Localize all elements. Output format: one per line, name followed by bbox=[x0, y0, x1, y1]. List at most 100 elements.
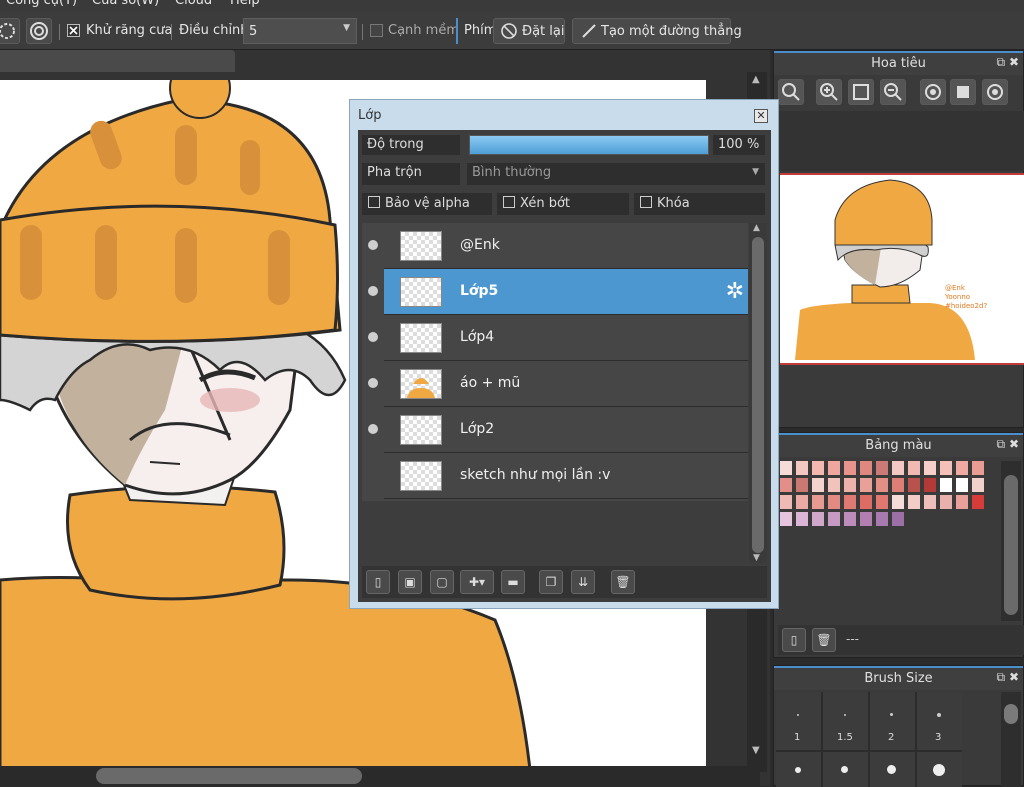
scroll-down-icon[interactable]: ▼ bbox=[752, 745, 760, 756]
navigator-preview[interactable]: @Enk Yoonno #hoideo2d? bbox=[780, 173, 1024, 365]
color-swatch[interactable] bbox=[972, 495, 984, 509]
color-swatch[interactable] bbox=[924, 461, 936, 475]
canvas-horizontal-scrollbar[interactable] bbox=[0, 766, 760, 786]
color-swatch[interactable] bbox=[860, 512, 872, 526]
layer-row[interactable]: sketch như mọi lần :v bbox=[362, 453, 748, 499]
color-swatch[interactable] bbox=[780, 512, 792, 526]
brush-size-cell[interactable] bbox=[776, 752, 821, 787]
color-swatch[interactable] bbox=[924, 478, 936, 492]
zoom-in-icon[interactable] bbox=[816, 79, 842, 105]
color-swatch[interactable] bbox=[812, 478, 824, 492]
color-swatch[interactable] bbox=[828, 461, 840, 475]
color-swatch[interactable] bbox=[844, 478, 856, 492]
brush-size-cell[interactable] bbox=[870, 752, 915, 787]
color-swatch[interactable] bbox=[796, 512, 808, 526]
brush-size-scrollbar[interactable] bbox=[1001, 692, 1021, 787]
color-swatch[interactable] bbox=[844, 512, 856, 526]
color-swatch[interactable] bbox=[796, 495, 808, 509]
layer-list-scrollbar[interactable]: ▲ ▼ bbox=[749, 223, 767, 563]
popout-icon[interactable]: ⧉ bbox=[997, 55, 1006, 69]
visibility-icon[interactable] bbox=[368, 240, 378, 250]
color-swatch[interactable] bbox=[876, 461, 888, 475]
layer-row[interactable]: Lớp5 ✲ bbox=[362, 269, 748, 315]
color-swatch[interactable] bbox=[908, 478, 920, 492]
color-swatch[interactable] bbox=[892, 512, 904, 526]
palette-scrollbar[interactable] bbox=[1001, 461, 1021, 621]
brush-size-cell[interactable]: 1 bbox=[776, 692, 821, 750]
fit-screen-icon[interactable] bbox=[848, 79, 874, 105]
new-layer-icon[interactable]: ▯ bbox=[366, 570, 390, 594]
brush-scroll-thumb[interactable] bbox=[1004, 704, 1018, 724]
opacity-slider[interactable] bbox=[469, 135, 709, 155]
menu-help[interactable]: Help bbox=[230, 0, 260, 8]
brush-size-cell[interactable]: 3 bbox=[917, 692, 962, 750]
straight-line-button[interactable]: Tạo một đường thẳng bbox=[572, 18, 742, 44]
rotate-right-icon[interactable] bbox=[982, 79, 1008, 105]
color-swatch[interactable] bbox=[828, 478, 840, 492]
brush-size-cell[interactable]: 2 bbox=[870, 692, 915, 750]
add-layer-menu-icon[interactable]: ✚▾ bbox=[460, 570, 494, 594]
color-swatch[interactable] bbox=[940, 495, 952, 509]
zoom-out-icon[interactable] bbox=[880, 79, 906, 105]
color-swatch[interactable] bbox=[860, 495, 872, 509]
color-swatch[interactable] bbox=[812, 512, 824, 526]
color-swatch[interactable] bbox=[780, 478, 792, 492]
color-swatch[interactable] bbox=[956, 461, 968, 475]
trash-icon[interactable]: 🗑 bbox=[812, 628, 836, 652]
visibility-icon[interactable] bbox=[368, 332, 378, 342]
canvas-tab[interactable] bbox=[0, 50, 235, 72]
clip-checkbox[interactable]: Xén bớt bbox=[497, 193, 629, 215]
close-icon[interactable]: ✖ bbox=[1009, 437, 1019, 451]
folder-icon[interactable]: ▬ bbox=[501, 570, 525, 594]
visibility-icon[interactable] bbox=[368, 424, 378, 434]
new-swatch-icon[interactable]: ▯ bbox=[782, 628, 806, 652]
visibility-icon[interactable] bbox=[368, 378, 378, 388]
color-swatch[interactable] bbox=[908, 461, 920, 475]
layer-row[interactable]: @Enk bbox=[362, 223, 748, 269]
scroll-down-icon[interactable]: ▼ bbox=[753, 553, 760, 563]
horizontal-scroll-thumb[interactable] bbox=[96, 768, 362, 784]
color-swatch[interactable] bbox=[908, 495, 920, 509]
color-swatch[interactable] bbox=[876, 512, 888, 526]
color-swatch[interactable] bbox=[940, 478, 952, 492]
layer-scroll-thumb[interactable] bbox=[752, 237, 764, 553]
zoom-icon[interactable] bbox=[778, 79, 804, 105]
color-swatch[interactable] bbox=[828, 512, 840, 526]
color-swatch[interactable] bbox=[876, 495, 888, 509]
color-swatch[interactable] bbox=[844, 495, 856, 509]
gear-icon[interactable] bbox=[26, 18, 52, 44]
color-swatch[interactable] bbox=[892, 478, 904, 492]
color-swatch[interactable] bbox=[828, 495, 840, 509]
layer-row[interactable]: Lớp2 bbox=[362, 407, 748, 453]
color-swatch[interactable] bbox=[860, 461, 872, 475]
close-icon[interactable]: ✕ bbox=[754, 109, 768, 123]
close-icon[interactable]: ✖ bbox=[1009, 670, 1019, 684]
color-swatch[interactable] bbox=[972, 461, 984, 475]
popout-icon[interactable]: ⧉ bbox=[997, 437, 1006, 451]
lock-checkbox[interactable]: Khóa bbox=[634, 193, 765, 215]
color-swatch[interactable] bbox=[860, 478, 872, 492]
duplicate-layer-icon[interactable]: ❐ bbox=[539, 570, 563, 594]
palette-scroll-thumb[interactable] bbox=[1004, 475, 1018, 615]
popout-icon[interactable]: ⧉ bbox=[997, 670, 1006, 684]
soft-edge-checkbox[interactable] bbox=[370, 24, 383, 37]
brush-size-cell[interactable] bbox=[917, 752, 962, 787]
color-swatch[interactable] bbox=[844, 461, 856, 475]
blend-mode-select[interactable]: Bình thường ▼ bbox=[467, 163, 765, 185]
color-swatch[interactable] bbox=[812, 495, 824, 509]
color-swatch[interactable] bbox=[876, 478, 888, 492]
menu-cloud[interactable]: Cloud bbox=[175, 0, 212, 8]
color-swatch[interactable] bbox=[780, 495, 792, 509]
color-swatch[interactable] bbox=[780, 461, 792, 475]
protect-alpha-checkbox[interactable]: Bảo vệ alpha bbox=[362, 193, 492, 215]
antialias-checkbox[interactable] bbox=[67, 24, 80, 37]
color-swatch[interactable] bbox=[972, 478, 984, 492]
menu-window[interactable]: Cửa sổ(W) bbox=[92, 0, 159, 8]
color-swatch[interactable] bbox=[892, 495, 904, 509]
rotate-left-icon[interactable] bbox=[920, 79, 946, 105]
color-swatch[interactable] bbox=[956, 495, 968, 509]
trash-icon[interactable]: 🗑 bbox=[611, 570, 635, 594]
layer-row[interactable]: áo + mũ bbox=[362, 361, 748, 407]
new-8bit-layer-icon[interactable]: ▣ bbox=[398, 570, 422, 594]
color-swatch[interactable] bbox=[892, 461, 904, 475]
